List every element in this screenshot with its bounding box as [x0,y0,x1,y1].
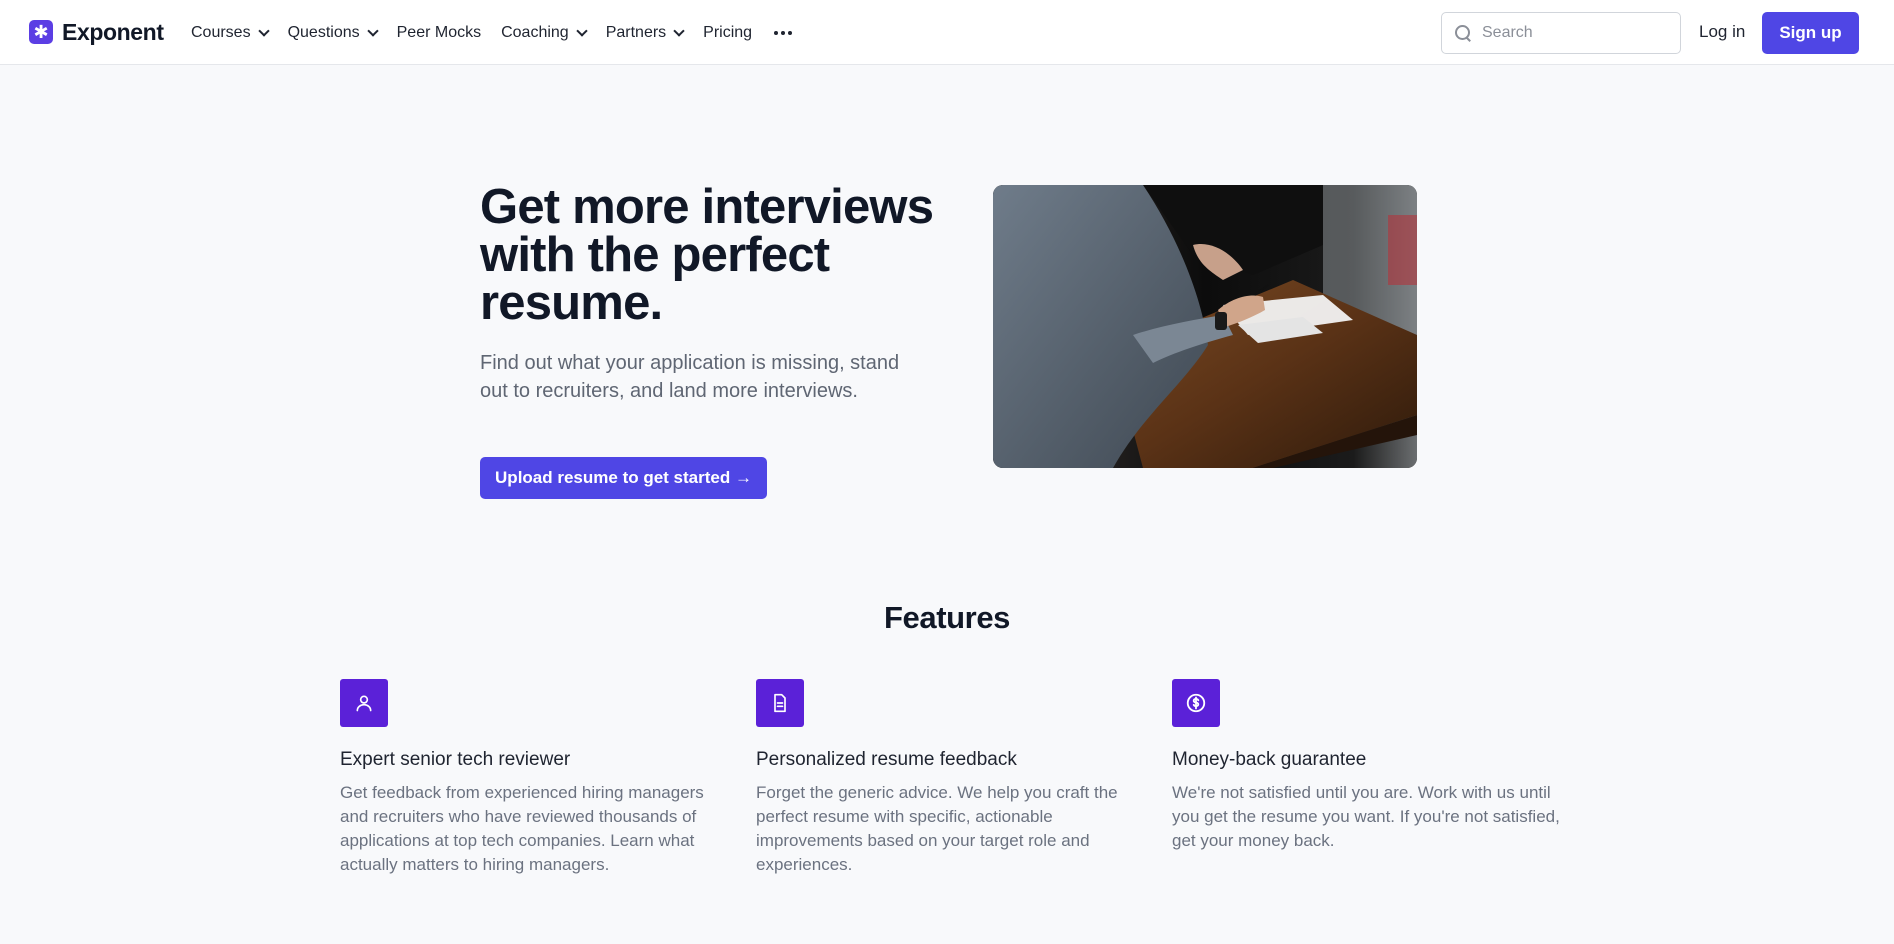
brand-name: Exponent [62,18,164,45]
more-horizontal-icon[interactable] [772,27,794,39]
nav-item-peer-mocks[interactable]: Peer Mocks [397,24,481,42]
hero-subtitle: Find out what your application is missin… [480,352,900,402]
feature-description: Get feedback from experienced hiring man… [340,783,704,874]
exponent-logo-icon: ✱ [29,20,53,44]
hero-title: Get more interviews with the perfect res… [480,180,934,330]
nav-item-label: Peer Mocks [396,23,482,41]
features-heading: Features [883,600,1011,635]
logo-link[interactable]: ✱ Exponent [29,18,164,45]
nav-item-pricing[interactable]: Pricing [703,24,752,42]
user-icon [340,679,388,727]
chevron-down-icon [576,24,588,37]
dollar-circle-icon [1172,679,1220,727]
feature-card: Personalized resume feedback Forget the … [756,679,1146,877]
search-icon [1454,24,1472,42]
nav-item-partners[interactable]: Partners [605,23,685,42]
nav-item-label: Coaching [501,23,569,41]
dot [788,30,793,35]
nav-item-label: Courses [191,23,251,41]
hero-photo-illustration [993,185,1417,468]
document-icon [756,679,804,727]
feature-card: Money-back guarantee We're not satisfied… [1172,679,1562,853]
upload-resume-button[interactable]: Upload resume to get started → [480,457,767,499]
chevron-down-icon [257,24,270,37]
feature-card: Expert senior tech reviewer Get feedback… [340,679,730,877]
main-nav: Courses Questions Peer Mocks Coaching Pa… [191,0,794,65]
hero-image [993,185,1417,468]
dot [781,30,786,35]
feature-title: Personalized resume feedback [756,749,1017,770]
nav-item-label: Questions [287,23,360,41]
nav-item-label: Partners [605,23,667,41]
chevron-down-icon [673,24,685,37]
chevron-down-icon [366,24,379,37]
top-navigation-bar: ✱ Exponent Courses Questions Peer Mocks … [0,0,1894,65]
signup-button[interactable]: Sign up [1762,12,1859,54]
feature-description: We're not satisfied until you are. Work … [1172,783,1560,850]
nav-item-questions[interactable]: Questions [287,23,379,42]
dot [774,30,779,35]
feature-title: Money-back guarantee [1172,749,1367,770]
nav-item-courses[interactable]: Courses [191,23,270,42]
nav-item-label: Pricing [703,23,753,41]
feature-description: Forget the generic advice. We help you c… [756,783,1118,874]
login-link[interactable]: Log in [1699,22,1745,42]
feature-title: Expert senior tech reviewer [340,749,571,770]
search-input[interactable] [1482,24,1662,42]
nav-item-coaching[interactable]: Coaching [501,23,588,42]
search-box[interactable] [1441,12,1681,54]
